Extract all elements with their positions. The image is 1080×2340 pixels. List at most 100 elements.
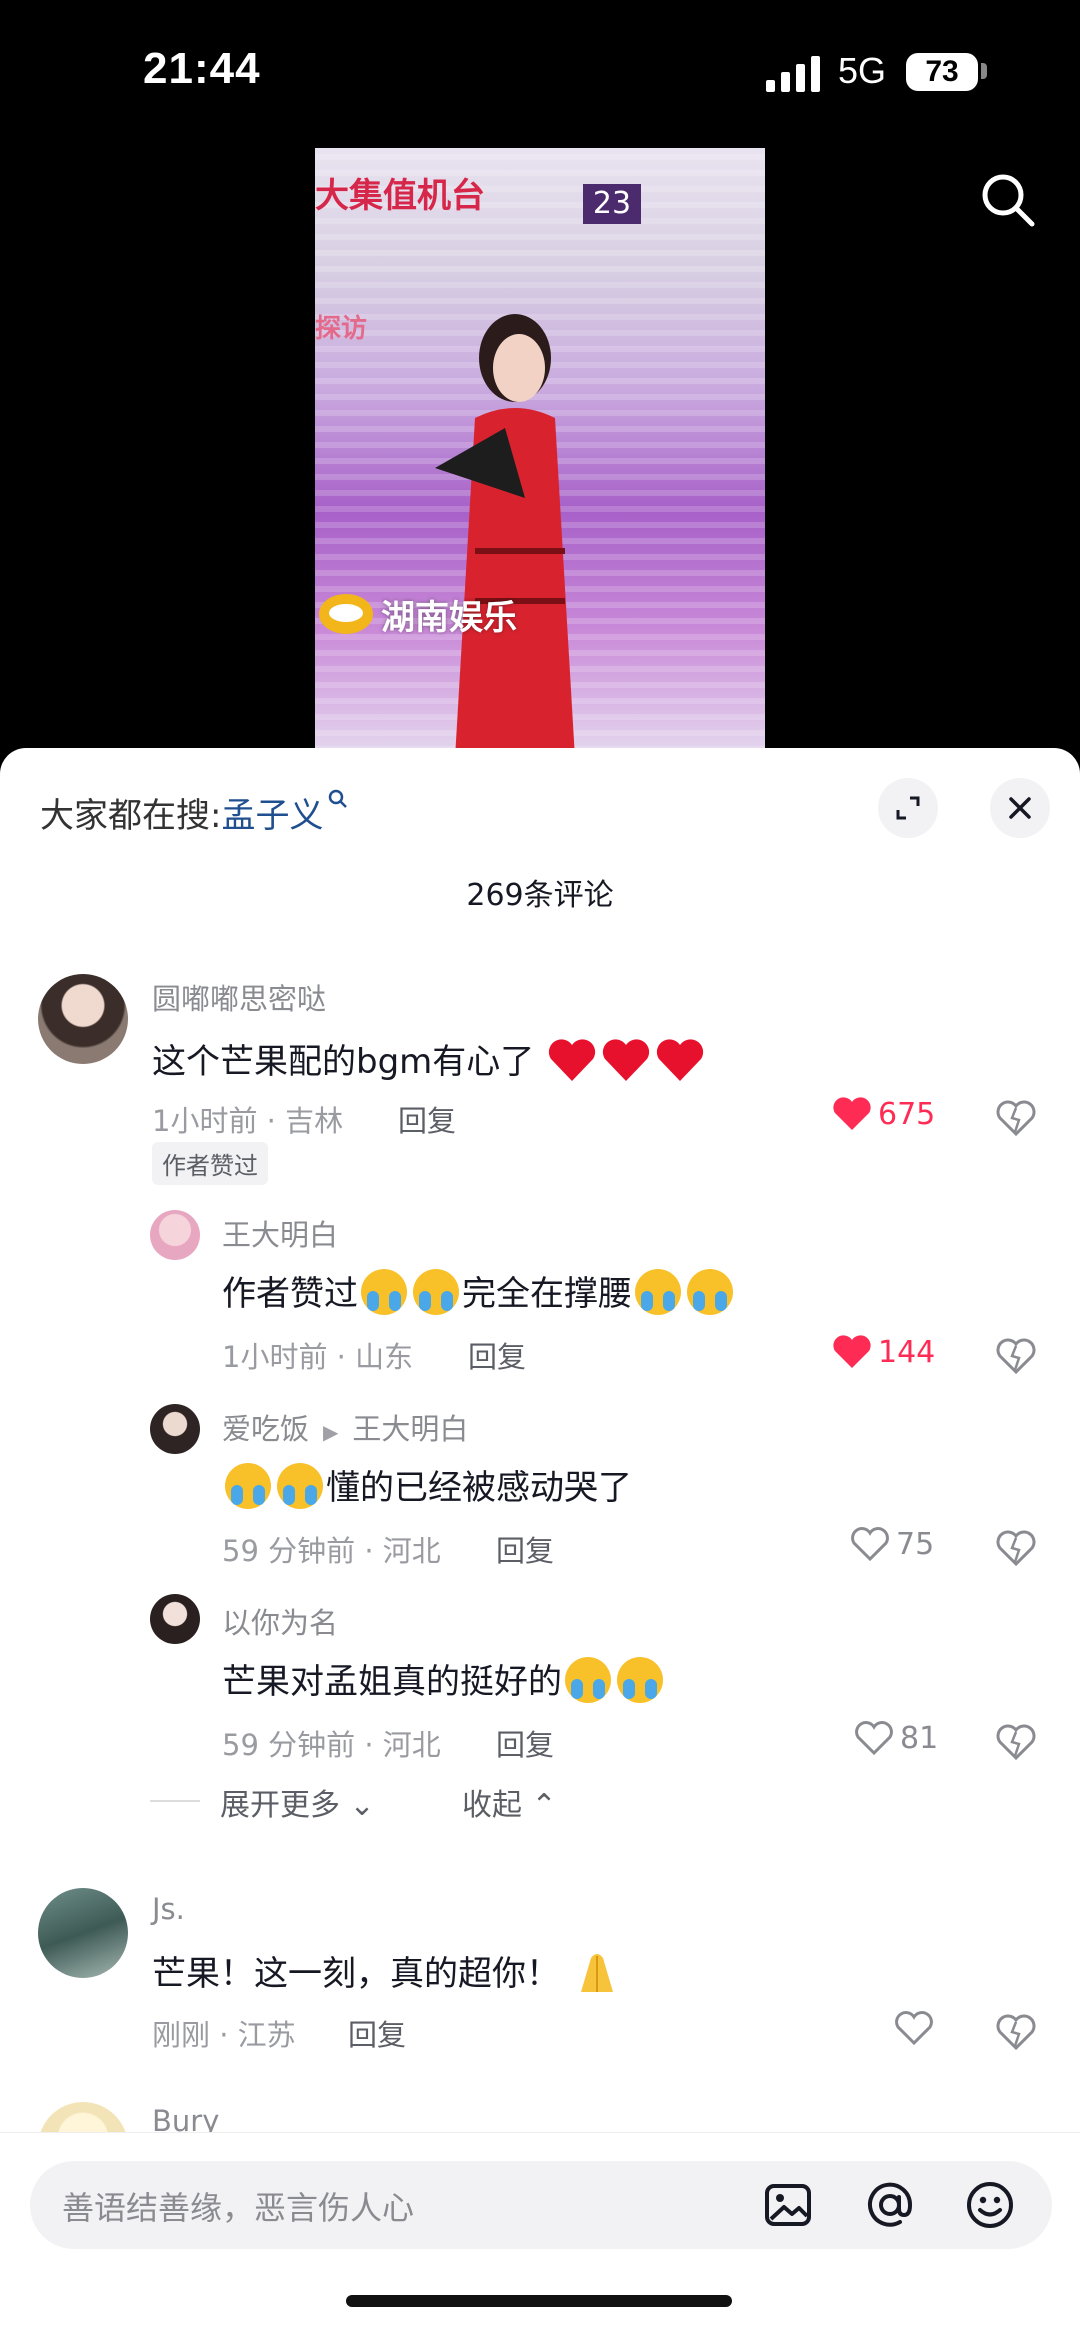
expand-more-label: 展开更多: [220, 1788, 340, 1823]
reply-button[interactable]: 回复: [496, 1528, 554, 1570]
avatar[interactable]: [150, 1210, 200, 1260]
comment-meta: 1小时前 · 吉林: [152, 1104, 344, 1138]
comment-text: 芒果对孟姐真的挺好的: [222, 1654, 666, 1707]
heart-emoji-icon: [656, 1038, 704, 1081]
hot-search[interactable]: 大家都在搜:孟子义: [40, 788, 349, 837]
video-number: 23: [583, 184, 641, 224]
heart-outline-icon: [895, 2011, 933, 2046]
heart-emoji-icon: [548, 1038, 596, 1081]
hot-search-keyword[interactable]: 孟子义: [221, 796, 323, 836]
mango-logo-icon: [319, 594, 373, 634]
expand-icon: [896, 796, 920, 820]
comment-text-part-2: 完全在撑腰: [462, 1274, 632, 1314]
comment-username[interactable]: 王大明白: [222, 1212, 338, 1254]
like-button[interactable]: 81: [854, 1720, 938, 1756]
search-icon[interactable]: [978, 170, 1038, 230]
divider: [150, 1800, 200, 1802]
comment-username[interactable]: 爱吃饭 ▶ 王大明白: [222, 1406, 468, 1448]
chevron-down-icon: ⌄: [349, 1788, 375, 1823]
video-person-figure: [435, 314, 575, 752]
crying-emoji-icon: [413, 1268, 459, 1315]
close-icon: [1009, 797, 1031, 819]
comment-text-content: 懂的已经被感动哭了: [326, 1468, 632, 1508]
comment-text: 懂的已经被感动哭了: [222, 1460, 632, 1513]
close-button[interactable]: [990, 778, 1050, 838]
comment-username[interactable]: Js.: [152, 1892, 185, 1926]
watermark-text: 湖南娱乐: [381, 597, 517, 638]
comment-text: 作者赞过 完全在撑腰: [222, 1266, 736, 1319]
crying-emoji-icon: [565, 1656, 611, 1703]
heart-filled-icon: [833, 1097, 871, 1130]
comment-text-content: 芒果对孟姐真的挺好的: [222, 1662, 562, 1702]
reply-button[interactable]: 回复: [348, 2012, 406, 2054]
avatar[interactable]: [150, 1404, 200, 1454]
battery-indicator: 73: [906, 53, 978, 91]
like-button[interactable]: 675: [832, 1096, 935, 1132]
avatar[interactable]: [150, 1594, 200, 1644]
comment-username[interactable]: 圆嘟嘟思密哒: [152, 976, 326, 1018]
heart-outline-icon: [855, 1721, 893, 1756]
comment-input[interactable]: 善语结善缘，恶言伤人心: [30, 2161, 1052, 2249]
dislike-icon[interactable]: [996, 1098, 1036, 1138]
reply-arrow-icon: ▶: [323, 1420, 339, 1444]
comment-meta: 59 分钟前 · 河北: [222, 1534, 441, 1568]
home-indicator[interactable]: [346, 2295, 732, 2307]
reply-author[interactable]: 爱吃饭: [222, 1412, 309, 1446]
comment-input-bar: 善语结善缘，恶言伤人心: [0, 2132, 1080, 2340]
collapse-label: 收起: [462, 1788, 522, 1823]
crying-emoji-icon: [635, 1268, 681, 1315]
status-bar: 21:44 5G 73: [0, 0, 1080, 140]
video-player[interactable]: 大集值机台 探访 23 湖南娱乐: [315, 148, 765, 752]
comment-username[interactable]: 以你为名: [222, 1600, 338, 1642]
mention-icon[interactable]: [864, 2179, 916, 2231]
dislike-icon[interactable]: [996, 1722, 1036, 1762]
heart-emoji-icon: [602, 1038, 650, 1081]
like-count: 144: [878, 1334, 936, 1370]
crying-emoji-icon: [617, 1656, 663, 1703]
video-sign-text: 大集值机台: [315, 176, 485, 216]
heart-filled-icon: [833, 1335, 871, 1368]
expand-more-button[interactable]: 展开更多 ⌄: [220, 1780, 375, 1824]
like-button[interactable]: 144: [832, 1334, 935, 1370]
like-button[interactable]: 75: [850, 1526, 934, 1562]
chevron-up-icon: ⌃: [531, 1788, 557, 1823]
reply-target[interactable]: 王大明白: [352, 1412, 468, 1446]
avatar[interactable]: [38, 974, 128, 1064]
battery-tip-icon: [981, 63, 987, 79]
comment-meta: 1小时前 · 山东: [222, 1340, 414, 1374]
author-liked-badge: 作者赞过: [152, 1142, 268, 1185]
image-icon[interactable]: [762, 2179, 814, 2231]
dislike-icon[interactable]: [996, 2012, 1036, 2052]
like-count: 75: [896, 1526, 935, 1562]
crying-emoji-icon: [225, 1462, 271, 1509]
reply-button[interactable]: 回复: [496, 1722, 554, 1764]
video-watermark: 湖南娱乐: [319, 586, 517, 642]
like-count: 675: [878, 1096, 936, 1132]
signal-icon: [766, 56, 820, 92]
emoji-icon[interactable]: [964, 2179, 1016, 2231]
comment-text: 芒果！这一刻，真的超你！: [152, 1946, 623, 2000]
collapse-button[interactable]: 收起 ⌃: [462, 1780, 557, 1824]
comment-text-part-1: 作者赞过: [222, 1274, 358, 1314]
comment-sheet: 大家都在搜:孟子义 269条评论 圆嘟嘟思密哒 这个芒果配的bgm有心了 1小时…: [0, 748, 1080, 2340]
like-button[interactable]: [894, 2010, 940, 2046]
avatar[interactable]: [38, 1888, 128, 1978]
comment-meta: 刚刚 · 江苏: [152, 2018, 296, 2052]
comment-count: 269条评论: [466, 878, 614, 913]
search-small-icon: [329, 789, 348, 808]
like-count: 81: [900, 1720, 939, 1756]
comment-text-content: 这个芒果配的bgm有心了: [152, 1042, 535, 1082]
hot-search-prefix: 大家都在搜:: [40, 796, 222, 836]
dislike-icon[interactable]: [996, 1336, 1036, 1376]
reply-button[interactable]: 回复: [468, 1334, 526, 1376]
network-type: 5G: [838, 50, 887, 91]
comment-text: 这个芒果配的bgm有心了: [152, 1034, 707, 1087]
comment-text-content: 芒果！这一刻，真的超你！: [152, 1954, 560, 1994]
crying-emoji-icon: [687, 1268, 733, 1315]
reply-button[interactable]: 回复: [398, 1098, 456, 1140]
crying-emoji-icon: [277, 1462, 323, 1509]
expand-button[interactable]: [878, 778, 938, 838]
comment-meta: 59 分钟前 · 河北: [222, 1728, 441, 1762]
crying-emoji-icon: [361, 1268, 407, 1315]
dislike-icon[interactable]: [996, 1528, 1036, 1568]
